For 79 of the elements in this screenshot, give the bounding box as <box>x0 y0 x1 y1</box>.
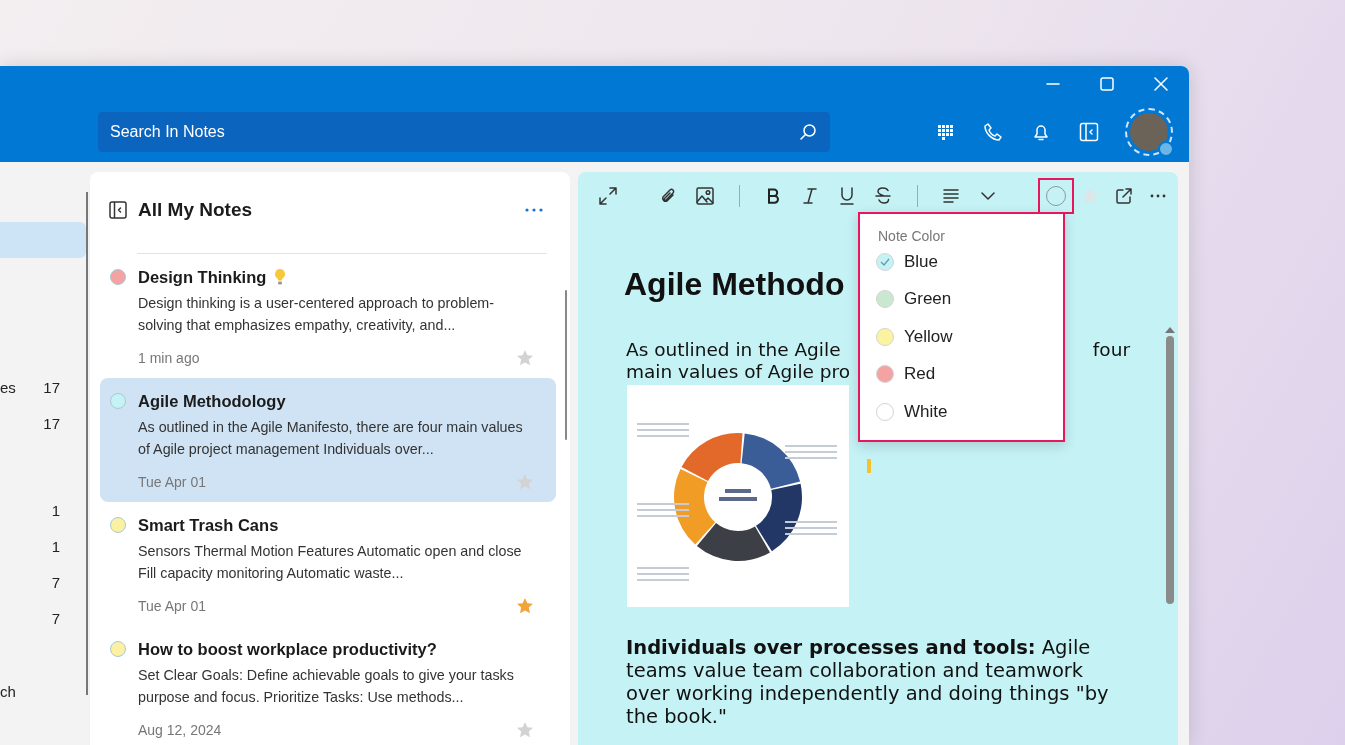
align-icon <box>943 189 959 203</box>
star-icon[interactable] <box>516 473 534 491</box>
note-time: 1 min ago <box>138 350 200 366</box>
body-text: As outlined in the Agile <box>626 339 841 361</box>
sidebar-item[interactable]: 1 <box>0 492 86 528</box>
star-icon[interactable] <box>516 721 534 739</box>
sidebar-item[interactable]: 1 <box>0 528 86 564</box>
phone-icon <box>983 122 1003 142</box>
note-title: Design Thinking <box>138 267 267 287</box>
chevron-down-icon <box>981 192 995 200</box>
expand-icon <box>599 187 617 205</box>
item-count: 7 <box>51 573 60 591</box>
search-icon[interactable] <box>799 123 817 141</box>
note-item[interactable]: How to boost workplace productivity? Set Clear Goals: Define achievable goals to give your tasks purpose and focus. Prioritize Tasks: Use methods... Aug 12, 2024 <box>100 626 556 745</box>
list-title: All My Notes <box>138 199 253 221</box>
note-preview: Sensors Thermal Motion Features Automatic open and close Fill capacity monitoring Automatic waste... <box>138 542 523 583</box>
note-title: Agile Methodology <box>138 391 286 411</box>
item-count: 7 <box>51 609 60 627</box>
check-icon <box>880 257 890 266</box>
note-title: Smart Trash Cans <box>138 515 279 535</box>
item-count: 1 <box>51 501 60 519</box>
body-text: main values of Agile pro <box>626 361 851 383</box>
close-icon <box>1154 77 1168 91</box>
star-icon[interactable] <box>516 597 534 615</box>
bold-icon <box>766 188 780 204</box>
note-item[interactable]: Design Thinking Design thinking is a user-centered approach to problem-solving that emphasizes empathy, creativity, and... 1 min ago <box>100 254 556 378</box>
underline-icon <box>840 187 854 205</box>
note-item[interactable]: Agile Methodology As outlined in the Agile Manifesto, there are four main values of Agile project management Individuals over... Tue Apr 01 <box>100 378 556 502</box>
note-preview: As outlined in the Agile Manifesto, there are four main values of Agile project management Individuals over... <box>138 418 524 459</box>
minimize-icon <box>1046 83 1060 85</box>
note-title: How to boost workplace productivity? <box>138 639 437 659</box>
item-count: 1 <box>51 537 60 555</box>
italic-icon <box>803 188 817 204</box>
collapse-panel-button[interactable] <box>108 200 128 220</box>
color-option[interactable]: White <box>876 393 1056 431</box>
more-icon <box>525 208 543 212</box>
sidebar-item[interactable]: es 17 <box>0 369 86 405</box>
search-field[interactable]: Search In Notes <box>98 112 830 152</box>
paperclip-icon <box>659 187 677 205</box>
color-option[interactable]: Yellow <box>876 318 1056 356</box>
star-icon <box>1081 187 1099 205</box>
scrollbar-thumb[interactable] <box>565 290 567 440</box>
body-text: Individuals over processes and tools: Agile teams value team collaboration and teamwork over working independently and doing things "by the book." <box>625 636 1110 728</box>
external-link-icon <box>1116 188 1132 204</box>
note-item[interactable]: Smart Trash Cans Sensors Thermal Motion Features Automatic open and close Fill capacity monitoring Automatic waste... Tue Apr 01 <box>100 502 556 626</box>
status-dot <box>1158 141 1174 157</box>
sidebar-item-label: es <box>0 378 16 396</box>
maximize-icon <box>1100 77 1114 91</box>
note-time: Tue Apr 01 <box>138 474 206 490</box>
text-cursor <box>867 459 871 473</box>
color-option[interactable]: Green <box>876 280 1056 318</box>
sidebar-item[interactable]: ch <box>0 673 86 709</box>
caret-up-icon <box>1164 325 1176 334</box>
side-panel-icon <box>109 201 127 219</box>
note-title: Agile Methodo <box>624 265 845 304</box>
star-icon[interactable] <box>516 349 534 367</box>
user-avatar[interactable] <box>1125 108 1173 156</box>
sidebar-item[interactable]: 7 <box>0 564 86 600</box>
sidebar-item[interactable]: 17 <box>0 405 86 441</box>
sidebar-item[interactable]: 7 <box>0 600 86 636</box>
item-count: 17 <box>43 414 60 432</box>
sidebar-item-label: ch <box>0 682 16 700</box>
more-icon <box>1150 194 1166 198</box>
item-count: 17 <box>43 378 60 396</box>
color-option[interactable]: Red <box>876 355 1056 393</box>
strikethrough-icon <box>875 187 891 205</box>
bell-icon <box>1032 122 1050 142</box>
side-panel-icon <box>1079 122 1099 142</box>
body-text: four <box>1092 339 1130 361</box>
note-time: Aug 12, 2024 <box>138 722 222 738</box>
scrollbar-thumb[interactable] <box>1166 336 1174 604</box>
dialpad-icon <box>937 124 953 140</box>
note-preview: Set Clear Goals: Define achievable goals to give your tasks purpose and focus. Prioritize Tasks: Use methods... <box>138 666 515 707</box>
note-preview: Design thinking is a user-centered approach to problem-solving that emphasizes empathy, creativity, and... <box>138 294 496 335</box>
note-time: Tue Apr 01 <box>138 598 206 614</box>
avatar-photo-placeholder <box>1130 113 1168 151</box>
image-icon <box>696 187 714 205</box>
color-option[interactable]: Blue <box>876 243 1056 281</box>
menu-heading: Note Color <box>878 227 946 246</box>
